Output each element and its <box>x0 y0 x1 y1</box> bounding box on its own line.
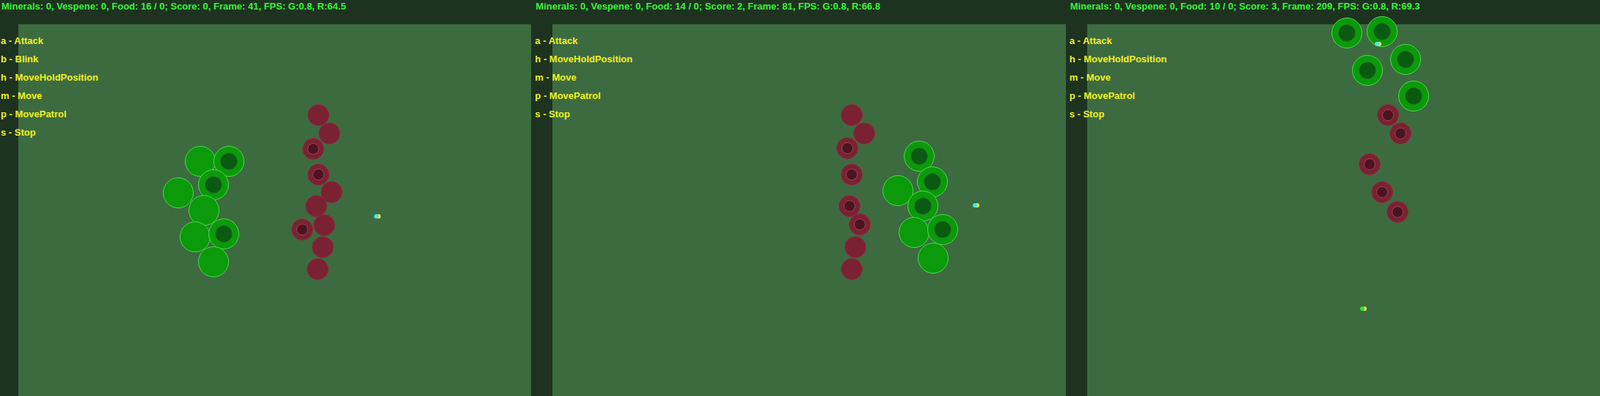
game-panel: Minerals: 0, Vespene: 0, Food: 16 / 0; S… <box>0 0 532 396</box>
screen: Minerals: 0, Vespene: 0, Food: 16 / 0; S… <box>0 0 1600 396</box>
unit-marker <box>1358 61 1377 80</box>
action-item[interactable]: a - Attack <box>0 33 99 53</box>
unit-marker <box>843 200 856 213</box>
action-item[interactable]: p - MovePatrol <box>0 107 99 126</box>
unit[interactable] <box>927 214 959 246</box>
map[interactable] <box>552 24 1066 396</box>
unit[interactable] <box>1390 44 1421 75</box>
unit-marker <box>204 176 223 194</box>
unit-marker <box>1363 158 1376 171</box>
unit[interactable] <box>840 258 863 281</box>
unit[interactable] <box>1352 55 1383 86</box>
unit-marker <box>910 147 929 166</box>
unit[interactable] <box>311 236 334 259</box>
unit[interactable] <box>898 217 930 248</box>
unit[interactable] <box>836 137 859 160</box>
status-bar: Minerals: 0, Vespene: 0, Food: 16 / 0; S… <box>0 0 532 25</box>
action-list: a - Attackh - MoveHoldPositionm - Movep … <box>534 33 633 126</box>
map[interactable] <box>1087 24 1600 396</box>
unit-marker <box>312 168 325 181</box>
unit[interactable] <box>302 137 325 160</box>
action-item[interactable]: m - Move <box>534 70 633 89</box>
unit[interactable] <box>1366 16 1398 47</box>
unit[interactable] <box>1386 201 1409 224</box>
action-item[interactable]: a - Attack <box>534 33 633 53</box>
unit-marker <box>1382 109 1394 122</box>
game-panel: Minerals: 0, Vespene: 0, Food: 10 / 0; S… <box>1068 0 1600 396</box>
status-bar: Minerals: 0, Vespene: 0, Food: 10 / 0; S… <box>1068 0 1600 25</box>
unit[interactable] <box>1371 181 1394 204</box>
unit-marker <box>853 218 866 231</box>
unit-marker <box>1396 50 1415 69</box>
unit-marker <box>1376 186 1388 199</box>
unit-marker <box>307 143 320 155</box>
status-bar: Minerals: 0, Vespene: 0, Food: 14 / 0; S… <box>534 0 1066 25</box>
unit[interactable] <box>306 258 329 281</box>
unit[interactable] <box>844 236 867 259</box>
action-item[interactable]: m - Move <box>0 88 99 108</box>
unit-marker <box>933 220 952 239</box>
action-item[interactable]: h - MoveHoldPosition <box>1069 52 1168 71</box>
unit[interactable] <box>208 218 240 250</box>
unit[interactable] <box>198 246 229 278</box>
action-list: a - Attackb - Blinkh - MoveHoldPositionm… <box>0 33 99 144</box>
unit-marker <box>1373 22 1391 41</box>
unit-marker <box>214 225 233 243</box>
action-item[interactable]: p - MovePatrol <box>534 88 633 108</box>
unit-marker <box>296 223 309 236</box>
unit-marker <box>841 142 854 155</box>
action-item[interactable]: h - MoveHoldPosition <box>0 70 99 89</box>
unit[interactable] <box>848 213 871 236</box>
unit-marker <box>914 197 932 215</box>
unit[interactable] <box>1398 80 1430 112</box>
action-item[interactable]: a - Attack <box>1069 33 1168 53</box>
action-item[interactable]: b - Blink <box>0 52 99 71</box>
action-item[interactable]: h - MoveHoldPosition <box>534 52 633 71</box>
unit-marker <box>923 173 942 191</box>
unit[interactable] <box>917 242 949 274</box>
game-panel: Minerals: 0, Vespene: 0, Food: 14 / 0; S… <box>534 0 1066 396</box>
unit-marker <box>1394 127 1407 140</box>
unit-marker <box>1404 87 1423 105</box>
unit-marker <box>220 152 238 171</box>
unit[interactable] <box>291 218 314 241</box>
unit[interactable] <box>1331 17 1363 49</box>
unit[interactable] <box>1358 153 1381 176</box>
unit[interactable] <box>1389 122 1412 145</box>
unit-marker <box>1338 24 1356 42</box>
cursor-marker <box>972 203 978 208</box>
action-item[interactable]: p - MovePatrol <box>1069 88 1168 108</box>
action-item[interactable]: s - Stop <box>1069 107 1168 126</box>
action-list: a - Attackh - MoveHoldPositionm - Movep … <box>1069 33 1168 126</box>
unit-marker <box>1391 206 1404 218</box>
action-item[interactable]: s - Stop <box>0 125 99 144</box>
unit[interactable] <box>840 163 863 186</box>
cursor-marker <box>1374 41 1380 47</box>
action-item[interactable]: m - Move <box>1069 70 1168 89</box>
action-item[interactable]: s - Stop <box>534 107 633 126</box>
unit-marker <box>845 168 858 181</box>
